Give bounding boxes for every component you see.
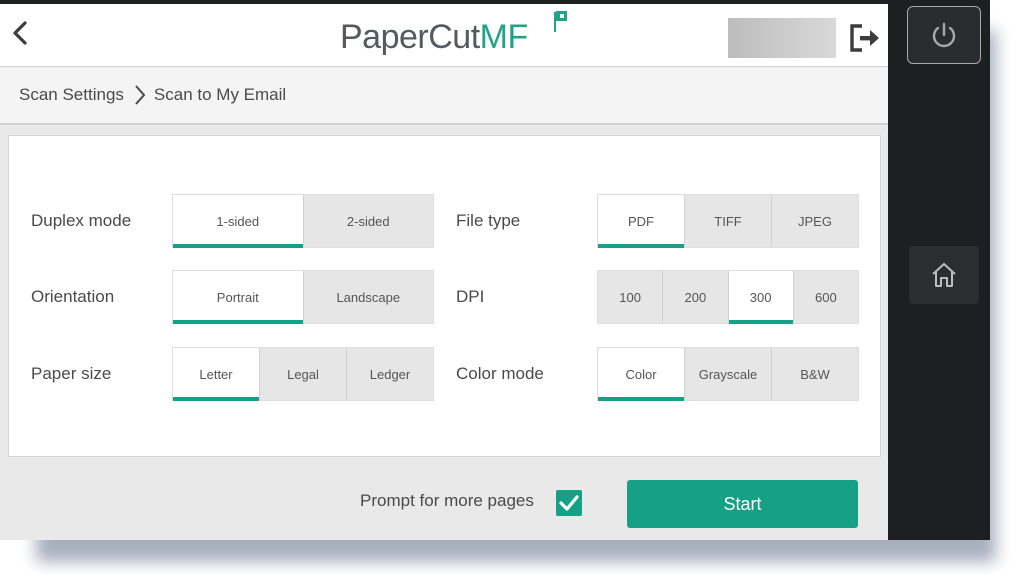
chevron-right-icon [134, 84, 146, 106]
orientation-selector: Portrait Landscape [172, 270, 434, 324]
color-mode-label: Color mode [456, 364, 544, 383]
dpi-selector: 100 200 300 600 [597, 270, 859, 324]
file-type-label: File type [456, 211, 521, 230]
logo-flag-icon [554, 11, 567, 32]
home-button[interactable] [909, 246, 979, 304]
breadcrumb-current: Scan to My Email [153, 85, 287, 104]
prompt-more-pages-checkbox[interactable] [556, 490, 582, 516]
scan-settings-panel: Duplex mode 1-sided 2-sided Orientation … [8, 135, 881, 457]
chevron-left-icon [13, 21, 27, 45]
touch-screen: PaperCutMF Scan Settings Scan to My Emai… [0, 4, 888, 540]
user-name-box [728, 18, 836, 58]
orientation-option-portrait[interactable]: Portrait [173, 271, 303, 324]
color-mode-option-bw[interactable]: B&W [771, 348, 858, 400]
power-icon [932, 22, 956, 48]
logo-main-text: PaperCut [340, 18, 480, 56]
duplex-option-2-sided[interactable]: 2-sided [302, 195, 434, 247]
back-button[interactable] [8, 18, 32, 48]
file-type-option-pdf[interactable]: PDF [598, 195, 684, 248]
breadcrumb-parent[interactable]: Scan Settings [19, 85, 124, 105]
duplex-mode-label: Duplex mode [31, 211, 132, 230]
logout-button[interactable] [848, 22, 882, 54]
logout-icon [850, 24, 879, 52]
dpi-option-300[interactable]: 300 [727, 271, 794, 324]
duplex-option-1-sided[interactable]: 1-sided [173, 195, 303, 248]
power-button[interactable] [907, 6, 981, 64]
dpi-option-200[interactable]: 200 [662, 271, 727, 323]
breadcrumb: Scan Settings Scan to My Email [0, 67, 888, 125]
papercut-logo: PaperCutMF [340, 11, 567, 62]
file-type-option-jpeg[interactable]: JPEG [771, 195, 858, 247]
paper-size-option-legal[interactable]: Legal [259, 348, 346, 400]
color-mode-option-grayscale[interactable]: Grayscale [684, 348, 771, 400]
paper-size-selector: Letter Legal Ledger [172, 347, 434, 401]
file-type-selector: PDF TIFF JPEG [597, 194, 859, 248]
logo-suffix-text: MF [479, 18, 529, 56]
dpi-option-100[interactable]: 100 [598, 271, 662, 323]
check-icon [559, 495, 579, 511]
color-mode-option-color[interactable]: Color [598, 348, 684, 401]
dpi-label: DPI [456, 287, 485, 306]
orientation-label: Orientation [31, 287, 115, 306]
dpi-option-600[interactable]: 600 [792, 271, 858, 323]
file-type-option-tiff[interactable]: TIFF [684, 195, 771, 247]
orientation-option-landscape[interactable]: Landscape [302, 271, 434, 323]
start-button[interactable]: Start [627, 480, 858, 528]
color-mode-selector: Color Grayscale B&W [597, 347, 859, 401]
device-bezel: PaperCutMF Scan Settings Scan to My Emai… [0, 0, 990, 540]
prompt-more-pages-label: Prompt for more pages [360, 491, 534, 510]
paper-size-option-ledger[interactable]: Ledger [346, 348, 433, 400]
paper-size-label: Paper size [31, 364, 112, 383]
paper-size-option-letter[interactable]: Letter [173, 348, 259, 401]
top-bar: PaperCutMF [0, 4, 888, 67]
duplex-mode-selector: 1-sided 2-sided [172, 194, 434, 248]
home-icon [932, 263, 956, 287]
